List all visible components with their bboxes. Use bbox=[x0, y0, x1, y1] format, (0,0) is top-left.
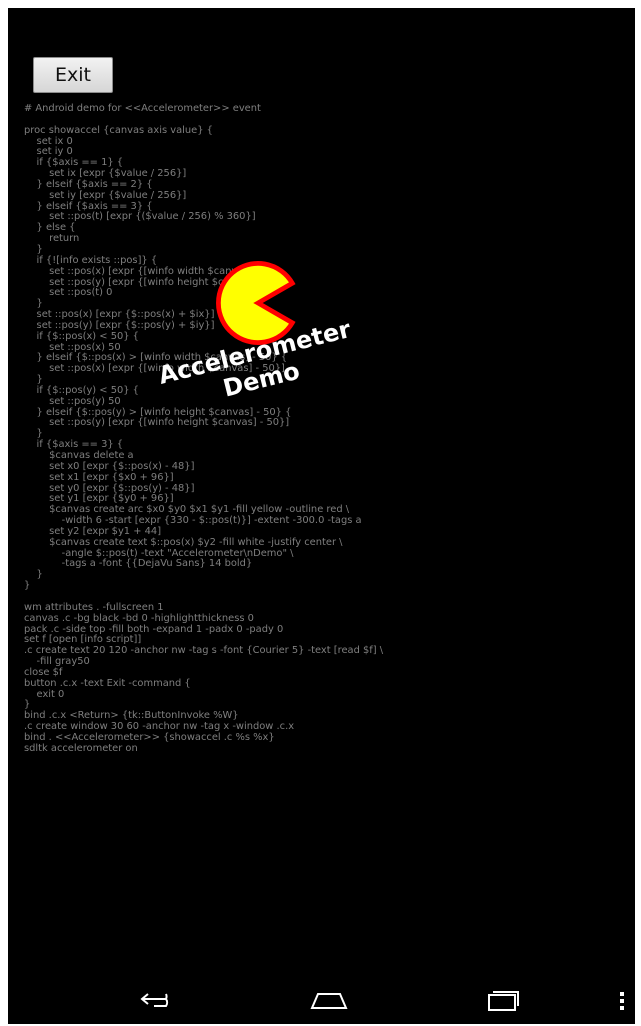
script-line: } bbox=[24, 580, 31, 592]
script-line: -fill gray50 bbox=[24, 656, 90, 668]
demo-canvas: # Android demo for <<Accelerometer>> eve… bbox=[8, 8, 635, 978]
android-navigation-bar bbox=[8, 978, 635, 1024]
script-line: if {$axis == 1} { bbox=[24, 157, 124, 169]
script-line: set y2 [expr $y1 + 44] bbox=[24, 525, 162, 537]
device-screen: # Android demo for <<Accelerometer>> eve… bbox=[8, 8, 635, 1024]
recent-apps-icon[interactable] bbox=[482, 984, 524, 1016]
script-line: } bbox=[24, 428, 43, 440]
script-line: set y1 [expr {$y0 + 96}] bbox=[24, 493, 174, 505]
script-line: bind . <<Accelerometer>> {showaccel .c %… bbox=[24, 731, 275, 743]
script-line: $canvas delete a bbox=[24, 450, 134, 461]
script-line: } elseif {$axis == 2} { bbox=[24, 178, 153, 190]
script-line: set iy [expr {$value / 256}] bbox=[24, 189, 187, 201]
script-line: } bbox=[24, 374, 43, 386]
script-line: exit 0 bbox=[24, 688, 65, 700]
script-line: } else { bbox=[24, 222, 76, 234]
script-line: if {![info exists ::pos]} { bbox=[24, 254, 158, 266]
script-line: set ::pos(y) [expr {$::pos(y) + $iy}] bbox=[24, 319, 215, 331]
script-line: set ::pos(t) 0 bbox=[24, 287, 113, 299]
script-line: $canvas create text $::pos(x) $y2 -fill … bbox=[24, 536, 343, 548]
script-line: set ::pos(t) [expr {($value / 256) % 360… bbox=[24, 211, 256, 223]
script-line: .c create text 20 120 -anchor nw -tag s … bbox=[24, 645, 384, 657]
script-line: -width 6 -start [expr {330 - $::pos(t)}]… bbox=[24, 515, 362, 527]
script-line: set ::pos(y) 50 bbox=[24, 395, 121, 407]
script-line: set ::pos(x) 50 bbox=[24, 341, 121, 353]
script-line: bind .c.x <Return> {tk::ButtonInvoke %W} bbox=[24, 710, 239, 722]
script-line: } bbox=[24, 243, 43, 255]
back-icon[interactable] bbox=[136, 984, 178, 1016]
script-line: .c create window 30 60 -anchor nw -tag x… bbox=[24, 721, 295, 733]
script-line: button .c.x -text Exit -command { bbox=[24, 677, 191, 689]
script-line: } bbox=[24, 699, 31, 711]
script-line: set ix 0 bbox=[24, 135, 73, 147]
script-line: set ix [expr {$value / 256}] bbox=[24, 168, 187, 180]
script-line: if {$::pos(x) < 50} { bbox=[24, 330, 139, 342]
script-line: } bbox=[24, 569, 43, 581]
home-icon[interactable] bbox=[308, 984, 350, 1016]
script-line: -angle $::pos(t) -text "Accelerometer\nD… bbox=[24, 547, 294, 559]
script-line: pack .c -side top -fill both -expand 1 -… bbox=[24, 623, 284, 635]
script-line: # Android demo for <<Accelerometer>> eve… bbox=[24, 103, 261, 114]
script-line: } elseif {$axis == 3} { bbox=[24, 200, 153, 212]
script-source-text: # Android demo for <<Accelerometer>> eve… bbox=[24, 103, 384, 755]
script-line: return bbox=[24, 233, 80, 245]
overflow-menu-icon[interactable] bbox=[616, 984, 628, 1016]
script-line: sdltk accelerometer on bbox=[24, 742, 138, 754]
script-line: close $f bbox=[24, 666, 63, 678]
script-line: set iy 0 bbox=[24, 146, 73, 158]
script-line: set x0 [expr {$::pos(x) - 48}] bbox=[24, 460, 195, 472]
script-line: if {$axis == 3} { bbox=[24, 439, 124, 451]
script-line: } bbox=[24, 298, 43, 310]
script-line: set x1 [expr {$x0 + 96}] bbox=[24, 471, 174, 483]
script-line: set f [open [info script]] bbox=[24, 634, 142, 646]
script-line: set y0 [expr {$::pos(y) - 48}] bbox=[24, 482, 195, 494]
script-line: set ::pos(x) [expr {$::pos(x) + $ix}] bbox=[24, 309, 215, 321]
script-line: -tags a -font {{DejaVu Sans} 14 bold} bbox=[24, 558, 253, 570]
exit-button[interactable]: Exit bbox=[33, 57, 113, 93]
script-line: proc showaccel {canvas axis value} { bbox=[24, 124, 213, 136]
script-line: $canvas create arc $x0 $y0 $x1 $y1 -fill… bbox=[24, 504, 350, 516]
script-line: canvas .c -bg black -bd 0 -highlightthic… bbox=[24, 612, 254, 624]
script-line: wm attributes . -fullscreen 1 bbox=[24, 601, 164, 613]
